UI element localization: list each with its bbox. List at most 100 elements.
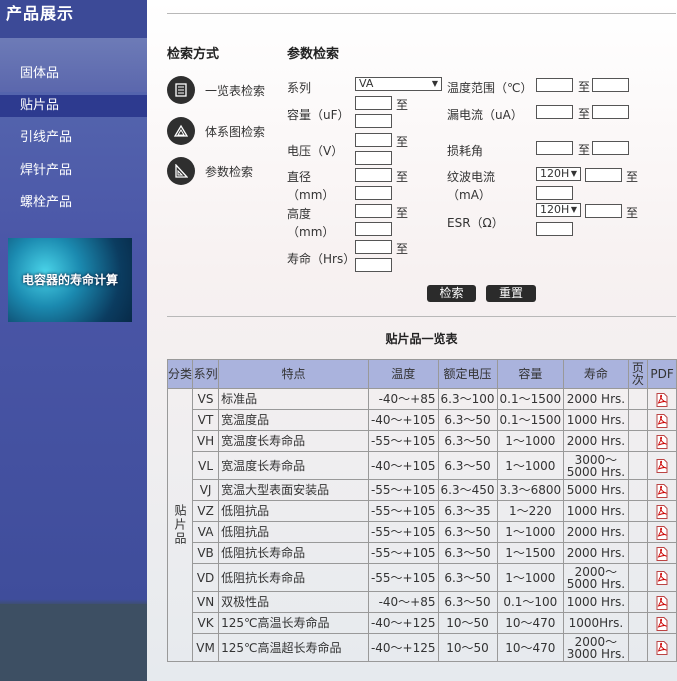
mid-divider	[167, 316, 676, 317]
page-cell	[627, 500, 649, 522]
table-row: VM 125℃高温超长寿命品 -40～+125 10～50 10～470 2000～300…	[168, 633, 677, 662]
pdf-icon[interactable]	[656, 458, 668, 473]
pdf-cell	[647, 591, 677, 613]
esr-to: 至	[626, 206, 639, 220]
temp-min-input[interactable]	[536, 78, 573, 92]
voltage-cell: 6.3～50	[437, 451, 498, 480]
chevron-down-icon: ▼	[570, 205, 577, 214]
height-max-input[interactable]	[355, 222, 392, 236]
header-temp: 温度	[367, 359, 439, 389]
loss-max-input[interactable]	[592, 141, 629, 155]
voltage-cell: 6.3～50	[437, 591, 498, 613]
pdf-icon[interactable]	[656, 525, 668, 540]
voltage-cell: 6.3～50	[437, 409, 498, 431]
pdf-cell	[647, 500, 677, 522]
pdf-cell	[647, 563, 677, 592]
diameter-max-input[interactable]	[355, 186, 392, 200]
sidebar-item-solid[interactable]: 固体品	[0, 63, 147, 85]
series-cell[interactable]: VZ	[191, 500, 220, 522]
capacity-cell: 1～1000	[496, 430, 565, 452]
pdf-cell	[647, 521, 677, 543]
temp-cell: -55～+105	[367, 479, 439, 501]
voltage-min-input[interactable]	[355, 133, 392, 147]
parameter-icon	[167, 157, 195, 185]
capacity-max-input[interactable]	[355, 114, 392, 128]
series-cell[interactable]: VD	[191, 563, 220, 592]
header-category: 分类	[167, 359, 193, 389]
sidebar-item-smd[interactable]: 贴片品	[0, 95, 147, 117]
pdf-icon[interactable]	[656, 504, 668, 519]
series-select[interactable]: VA ▼	[355, 77, 442, 91]
voltage-cell: 6.3～50	[437, 542, 498, 564]
sidebar-item-snap-in[interactable]: 焊针产品	[0, 160, 147, 182]
capacity-label: 容量（uF）	[287, 108, 350, 122]
temp-cell: -40～+85	[367, 388, 439, 410]
reset-button[interactable]: 重置	[486, 285, 536, 302]
esr-freq-select[interactable]: 120H ▼	[536, 203, 581, 217]
table-title: 贴片品一览表	[385, 332, 458, 346]
series-cell[interactable]: VS	[191, 388, 220, 410]
pdf-icon[interactable]	[656, 546, 668, 561]
series-cell[interactable]: VA	[191, 521, 220, 543]
temp-cell: -55～+105	[367, 521, 439, 543]
feature-cell: 双极性品	[218, 591, 369, 613]
pdf-icon[interactable]	[656, 616, 668, 631]
feature-cell: 低阻抗长寿命品	[218, 542, 369, 564]
leak-min-input[interactable]	[536, 105, 573, 119]
series-cell[interactable]: VM	[191, 633, 220, 662]
life-cell: 2000 Hrs.	[563, 430, 629, 452]
life-cell: 1000 Hrs.	[563, 500, 629, 522]
height-min-input[interactable]	[355, 204, 392, 218]
loss-min-input[interactable]	[536, 141, 573, 155]
list-icon	[167, 76, 195, 104]
life-calc-banner[interactable]: 电容器的寿命计算	[8, 238, 132, 322]
series-cell[interactable]: VJ	[191, 479, 220, 501]
ripple-min-input[interactable]	[585, 168, 622, 182]
series-cell[interactable]: VL	[191, 451, 220, 480]
ripple-freq-select[interactable]: 120H ▼	[536, 167, 581, 181]
temp-max-input[interactable]	[592, 78, 629, 92]
feature-cell: 宽温度品	[218, 409, 369, 431]
capacity-cell: 1～1000	[496, 521, 565, 543]
series-cell[interactable]: VK	[191, 612, 220, 634]
sidebar-item-screw[interactable]: 螺栓产品	[0, 192, 147, 214]
table-row: VJ 宽温大型表面安装品 -55～+105 6.3～450 3.3～6800 5000 H…	[168, 479, 677, 501]
pdf-icon[interactable]	[656, 595, 668, 610]
pdf-icon[interactable]	[656, 640, 668, 655]
ripple-max-input[interactable]	[536, 186, 573, 200]
voltage-cell: 10～50	[437, 633, 498, 662]
sidebar-item-lead[interactable]: 引线产品	[0, 127, 147, 149]
diameter-label: 直径	[287, 170, 312, 184]
series-cell[interactable]: VB	[191, 542, 220, 564]
diameter-min-input[interactable]	[355, 168, 392, 182]
series-cell[interactable]: VH	[191, 430, 220, 452]
feature-cell: 低阻抗品	[218, 521, 369, 543]
pdf-icon[interactable]	[656, 570, 668, 585]
life-max-input[interactable]	[355, 258, 392, 272]
feature-cell: 标准品	[218, 388, 369, 410]
temp-cell: -55～+105	[367, 542, 439, 564]
pdf-icon[interactable]	[656, 434, 668, 449]
series-cell[interactable]: VT	[191, 409, 220, 431]
page-cell	[627, 591, 649, 613]
table-row: VK 125℃高温长寿命品 -40～+125 10～50 10～470 1000Hrs.	[168, 612, 677, 634]
capacity-cell: 1～1500	[496, 542, 565, 564]
series-cell[interactable]: VN	[191, 591, 220, 613]
pdf-icon[interactable]	[656, 413, 668, 428]
page-cell	[627, 563, 649, 592]
capacity-cell: 10～470	[496, 612, 565, 634]
header-feature: 特点	[218, 359, 369, 389]
voltage-max-input[interactable]	[355, 151, 392, 165]
capacity-min-input[interactable]	[355, 96, 392, 110]
pdf-icon[interactable]	[656, 392, 668, 407]
pdf-icon[interactable]	[656, 483, 668, 498]
search-button[interactable]: 检索	[427, 285, 476, 302]
esr-max-input[interactable]	[536, 222, 573, 236]
capacity-cell: 1～1000	[496, 563, 565, 592]
capacity-cell: 0.1～1500	[496, 388, 565, 410]
life-min-input[interactable]	[355, 240, 392, 254]
life-cell: 2000 Hrs.	[563, 542, 629, 564]
leak-max-input[interactable]	[592, 105, 629, 119]
pdf-cell	[647, 633, 677, 662]
esr-min-input[interactable]	[585, 204, 622, 218]
